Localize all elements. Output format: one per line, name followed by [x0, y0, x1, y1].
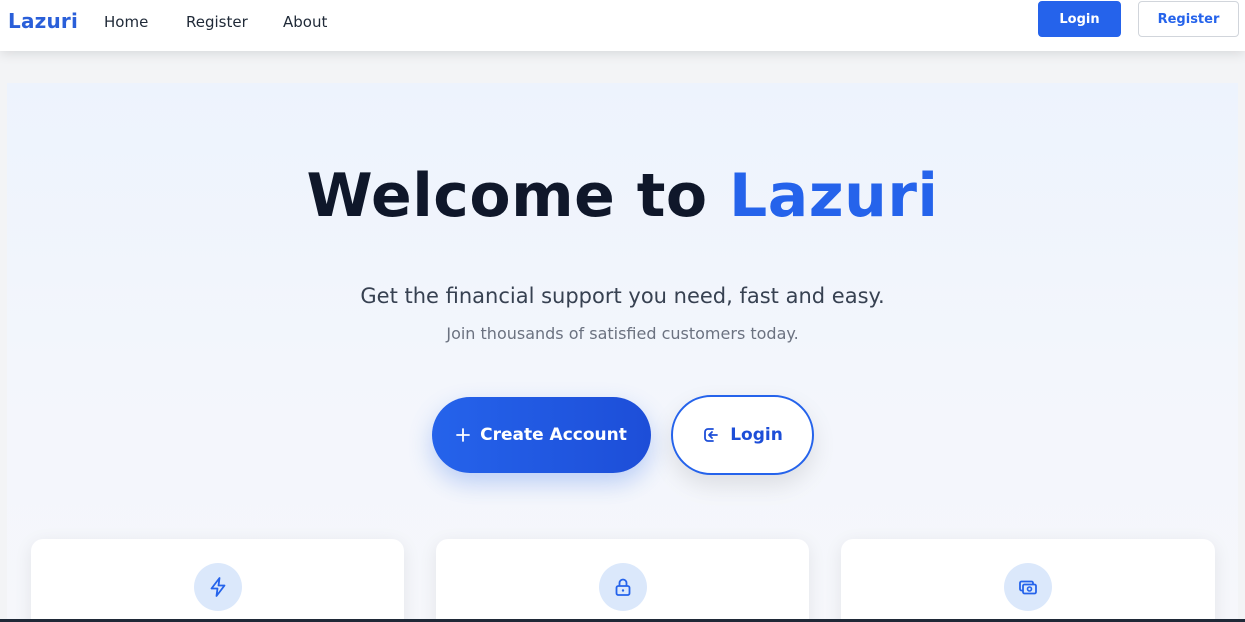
nav-link-home[interactable]: Home	[104, 13, 148, 31]
hero-subtitle: Get the financial support you need, fast…	[360, 284, 885, 308]
nav-register-button[interactable]: Register	[1138, 1, 1239, 37]
plus-icon	[456, 428, 471, 442]
lock-icon	[598, 563, 647, 611]
hero-login-label: Login	[730, 425, 783, 445]
hero-subtitle-secondary: Join thousands of satisfied customers to…	[446, 324, 799, 343]
hero-login-button[interactable]: Login	[671, 395, 814, 475]
feature-card-secure	[436, 539, 809, 622]
sign-in-icon	[702, 426, 720, 444]
hero-title-accent: Lazuri	[728, 161, 939, 231]
navbar: Lazuri Home Register About Login Registe…	[0, 0, 1245, 51]
create-account-button[interactable]: Create Account	[432, 397, 651, 473]
money-icon	[1004, 563, 1052, 611]
feature-card-money	[841, 539, 1215, 622]
lightning-icon	[193, 563, 242, 611]
nav-link-register[interactable]: Register	[186, 13, 248, 31]
hero-title: Welcome to Lazuri	[0, 161, 1245, 231]
feature-card-fast	[31, 539, 404, 622]
nav-link-about[interactable]: About	[283, 13, 327, 31]
nav-login-button[interactable]: Login	[1038, 1, 1121, 37]
create-account-label: Create Account	[480, 425, 627, 445]
brand-logo[interactable]: Lazuri	[8, 9, 78, 33]
hero-title-prefix: Welcome to	[306, 161, 708, 231]
